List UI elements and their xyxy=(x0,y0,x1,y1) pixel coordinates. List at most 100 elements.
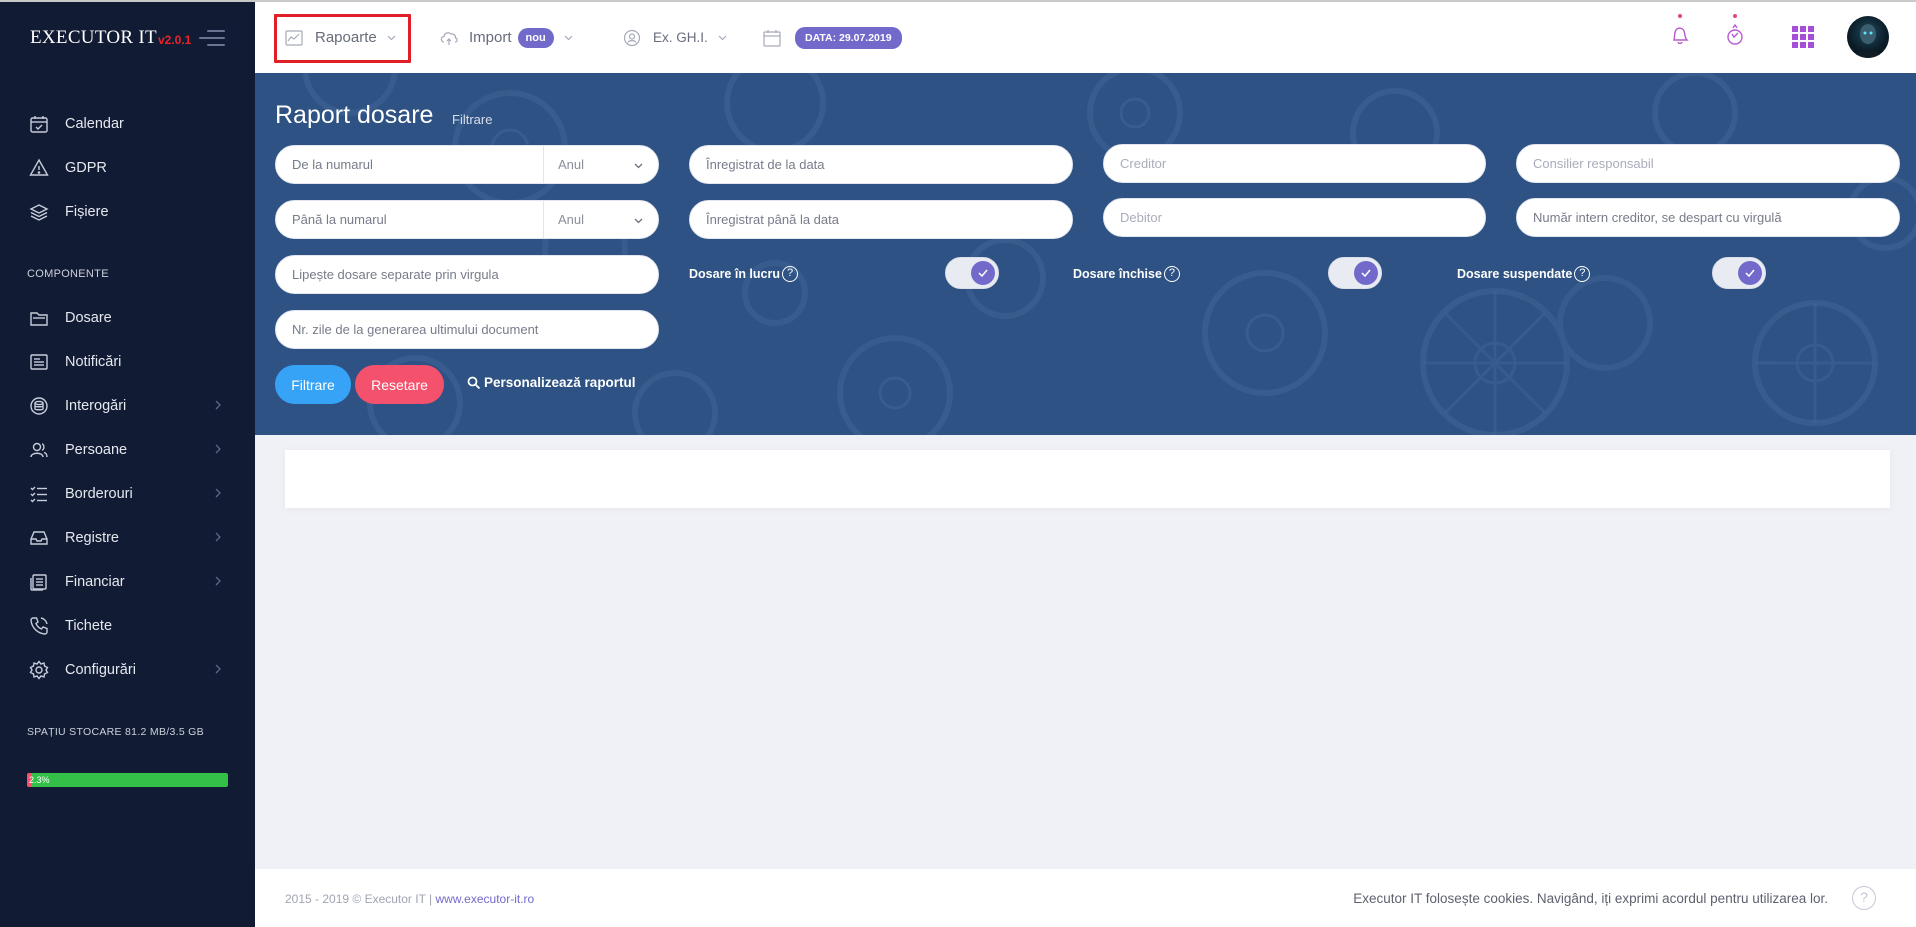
creditor-input[interactable]: Creditor xyxy=(1103,144,1486,183)
consilier-input[interactable]: Consilier responsabil xyxy=(1516,144,1900,183)
avatar[interactable] xyxy=(1847,16,1889,58)
results-panel xyxy=(285,450,1890,508)
sidebar-item-registre[interactable]: Registre xyxy=(0,516,255,560)
website-link[interactable]: www.executor-it.ro xyxy=(436,892,535,906)
checklist-icon xyxy=(29,484,49,504)
chevron-down-icon xyxy=(634,218,643,224)
filter-button[interactable]: Filtrare xyxy=(275,365,351,404)
to-number-input[interactable]: Până la numarul xyxy=(276,201,544,238)
sidebar-item-tichete[interactable]: Tichete xyxy=(0,604,255,648)
sidebar-item-calendar[interactable]: Calendar xyxy=(0,102,255,146)
sidebar-item-notificari[interactable]: Notificări xyxy=(0,340,255,384)
sidebar-item-label: Calendar xyxy=(65,116,124,132)
sidebar-item-label: Borderouri xyxy=(65,486,133,502)
inbox-icon xyxy=(29,528,49,548)
debitor-input[interactable]: Debitor xyxy=(1103,198,1486,237)
customize-report-link[interactable]: Personalizează raportul xyxy=(467,375,636,390)
chart-icon xyxy=(285,28,305,48)
internal-creditor-number-input[interactable]: Număr intern creditor, se despart cu vir… xyxy=(1516,198,1900,237)
nav-date[interactable]: DATA: 29.07.2019 xyxy=(763,2,902,73)
brand-name: EXECUTOR IT xyxy=(30,26,157,48)
calendar-icon xyxy=(29,114,49,134)
sidebar-item-label: Persoane xyxy=(65,442,128,458)
filter-panel: Raport dosare Filtrare De la numarul Anu… xyxy=(255,73,1916,435)
from-number-input[interactable]: De la numarul xyxy=(276,146,544,183)
rocket-icon xyxy=(1727,23,1743,45)
folder-icon xyxy=(29,308,49,328)
registered-to-date-input[interactable]: Înregistrat până la data xyxy=(689,200,1073,239)
help-icon[interactable]: ? xyxy=(1574,266,1591,282)
check-icon xyxy=(1361,269,1371,278)
sidebar-item-gdpr[interactable]: GDPR xyxy=(0,146,255,190)
chevron-down-icon xyxy=(564,35,573,41)
reset-button[interactable]: Resetare xyxy=(355,365,444,404)
nav-rapoarte-label: Rapoarte xyxy=(315,29,377,46)
sidebar-toggle-icon[interactable] xyxy=(199,30,225,46)
nav-import-label: Import xyxy=(469,29,512,46)
gear-icon xyxy=(29,660,49,680)
storage-percent: 2.3% xyxy=(29,775,50,785)
chevron-right-icon xyxy=(215,400,221,410)
coins-icon xyxy=(29,572,49,592)
bell-icon xyxy=(1673,27,1689,45)
sidebar-item-label: Fișiere xyxy=(65,204,109,220)
sidebar-item-label: Configurări xyxy=(65,662,136,678)
toggle-label-text: Dosare suspendate xyxy=(1457,267,1573,281)
sidebar-section-title: COMPONENTE xyxy=(27,268,109,280)
chevron-right-icon xyxy=(215,664,221,674)
sidebar-item-label: Notificări xyxy=(65,354,122,370)
days-since-last-document-input[interactable]: Nr. zile de la generarea ultimului docum… xyxy=(275,310,659,349)
toggle-dosare-in-lucru[interactable] xyxy=(945,257,999,289)
toggle-label-text: Dosare închise xyxy=(1073,267,1162,281)
paste-files-input[interactable]: Lipește dosare separate prin virgula xyxy=(275,255,659,294)
nav-import[interactable]: Import nou xyxy=(439,2,574,73)
sidebar-item-label: Registre xyxy=(65,530,119,546)
help-icon[interactable]: ? xyxy=(782,266,798,282)
storage-progress-fill xyxy=(27,773,228,787)
sidebar-item-interogari[interactable]: Interogări xyxy=(0,384,255,428)
year-select-value: Anul xyxy=(558,212,585,227)
users-icon xyxy=(29,440,49,460)
search-icon xyxy=(467,376,481,389)
footer: 2015 - 2019 © Executor IT | www.executor… xyxy=(255,869,1916,927)
registered-from-date-input[interactable]: Înregistrat de la data xyxy=(689,145,1073,184)
chevron-down-icon xyxy=(634,163,643,169)
sidebar-item-label: Financiar xyxy=(65,574,125,590)
warning-icon xyxy=(29,158,49,178)
help-button[interactable]: ? xyxy=(1852,886,1876,910)
quick-actions-button[interactable] xyxy=(1723,14,1747,50)
chevron-down-icon xyxy=(387,35,396,41)
sidebar-item-configurari[interactable]: Configurări xyxy=(0,648,255,692)
brand: EXECUTOR IT v2.0.1 xyxy=(0,2,255,73)
brand-version: v2.0.1 xyxy=(157,32,192,47)
top-header: Rapoarte Import nou Ex. GH.I. DATA: 29.0… xyxy=(255,2,1916,73)
year-select-from[interactable]: Anul xyxy=(544,146,658,183)
notification-dot xyxy=(1678,14,1682,18)
year-select-to[interactable]: Anul xyxy=(544,201,658,238)
help-icon[interactable]: ? xyxy=(1163,266,1180,282)
sidebar-item-persoane[interactable]: Persoane xyxy=(0,428,255,472)
chevron-right-icon xyxy=(215,532,221,542)
footer-copyright: 2015 - 2019 © Executor IT | www.executor… xyxy=(285,892,534,906)
toggle-dosare-inchise[interactable] xyxy=(1328,257,1382,289)
notifications-button[interactable] xyxy=(1668,14,1692,50)
phone-icon xyxy=(29,616,49,636)
copyright-text: 2015 - 2019 © Executor IT | xyxy=(285,892,436,906)
toggle-dosare-suspendate-label: Dosare suspendate ? xyxy=(1457,266,1591,282)
sidebar-item-financiar[interactable]: Financiar xyxy=(0,560,255,604)
toggle-label-text: Dosare în lucru xyxy=(689,267,780,281)
sidebar-item-dosare[interactable]: Dosare xyxy=(0,296,255,340)
sidebar-item-fisiere[interactable]: Fișiere xyxy=(0,190,255,234)
nav-rapoarte[interactable]: Rapoarte xyxy=(285,2,397,73)
nav-ex-ghi[interactable]: Ex. GH.I. xyxy=(623,2,728,73)
chevron-down-icon xyxy=(718,35,727,41)
sidebar-menu-components: Dosare Notificări Interogări Persoane Bo… xyxy=(0,296,255,692)
sidebar-item-label: Tichete xyxy=(65,618,113,634)
toggle-dosare-suspendate[interactable] xyxy=(1712,257,1766,289)
sidebar-item-borderouri[interactable]: Borderouri xyxy=(0,472,255,516)
apps-button[interactable] xyxy=(1792,26,1816,54)
quick-actions-dot xyxy=(1733,14,1737,18)
page-subtitle: Filtrare xyxy=(452,112,493,127)
database-icon xyxy=(29,396,49,416)
year-select-value: Anul xyxy=(558,157,585,172)
